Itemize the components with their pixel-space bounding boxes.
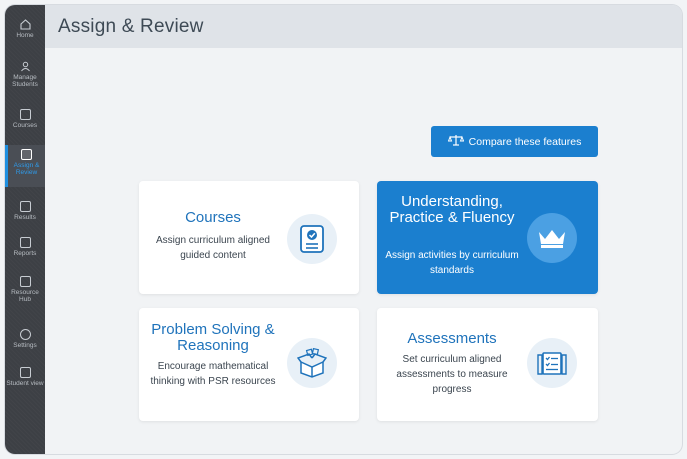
card-description: Set curriculum aligned assessments to me… — [396, 354, 508, 395]
assign-review-icon — [21, 149, 32, 160]
sidebar-item-courses[interactable]: Courses — [5, 109, 45, 129]
sidebar: Home Manage Students Courses Assign & Re… — [5, 5, 45, 454]
open-box-icon — [287, 338, 337, 388]
checklist-icon — [527, 338, 577, 388]
results-icon — [19, 201, 31, 212]
sidebar-item-reports[interactable]: Reports — [5, 237, 45, 257]
student-view-icon — [19, 367, 31, 378]
card-courses[interactable]: Courses Assign curriculum aligned guided… — [139, 181, 359, 294]
app-window: Home Manage Students Courses Assign & Re… — [5, 5, 682, 454]
sidebar-item-manage-students[interactable]: Manage Students — [5, 61, 45, 88]
compare-features-label: Compare these features — [468, 135, 582, 148]
sidebar-item-student-view[interactable]: Student view — [5, 367, 45, 387]
sidebar-item-resource-hub[interactable]: Resource Hub — [5, 276, 45, 303]
sidebar-item-home[interactable]: Home — [5, 19, 45, 39]
card-title: Assessments — [407, 330, 497, 347]
card-assessments[interactable]: Assessments Set curriculum aligned asses… — [377, 308, 598, 421]
card-description: Assign activities by curriculum standard… — [385, 250, 519, 276]
page-title: Assign & Review — [58, 16, 204, 37]
crown-icon — [527, 213, 577, 263]
students-icon — [20, 61, 31, 72]
sidebar-item-settings[interactable]: Settings — [5, 329, 45, 349]
certificate-icon — [287, 214, 337, 264]
sidebar-item-results[interactable]: Results — [5, 201, 45, 221]
gear-icon — [19, 329, 31, 340]
reports-icon — [19, 237, 31, 248]
card-title: Problem Solving & Reasoning — [151, 321, 275, 354]
resource-hub-icon — [19, 276, 31, 287]
card-title: Understanding, Practice & Fluency — [389, 193, 515, 226]
home-icon — [19, 19, 31, 30]
sidebar-item-assign-review[interactable]: Assign & Review — [5, 145, 45, 187]
courses-icon — [19, 109, 31, 120]
compare-features-button[interactable]: Compare these features — [431, 126, 598, 157]
card-description: Encourage mathematical thinking with PSR… — [150, 361, 276, 387]
card-title: Courses — [185, 209, 241, 226]
scales-icon — [447, 134, 464, 149]
card-problem-solving-reasoning[interactable]: Problem Solving & Reasoning Encourage ma… — [139, 308, 359, 421]
card-description: Assign curriculum aligned guided content — [156, 235, 270, 261]
page-header: Assign & Review — [45, 5, 682, 48]
card-understanding-practice-fluency[interactable]: Understanding, Practice & Fluency Assign… — [377, 181, 598, 294]
